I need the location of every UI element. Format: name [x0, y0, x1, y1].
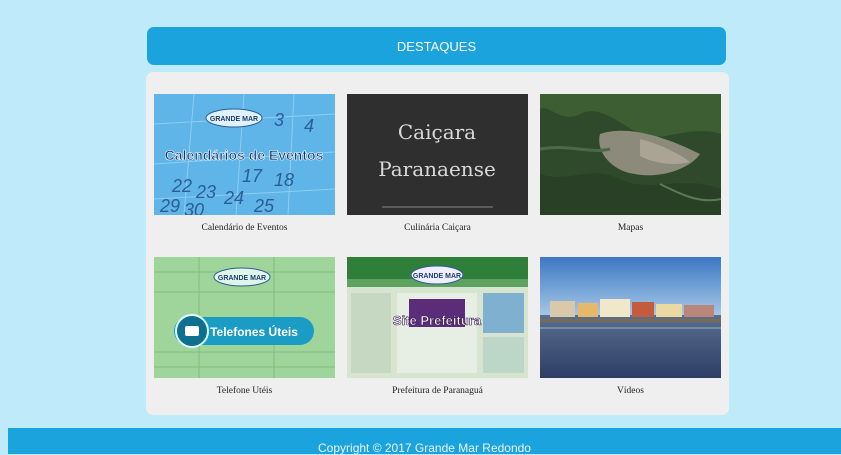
card-prefeitura[interactable]: GRANDE MAR Site Prefeitura Prefeitura de…: [347, 257, 528, 396]
card-caption[interactable]: Mapas: [540, 223, 721, 233]
telefones-thumbnail[interactable]: GRANDE MAR Telefones Úteis: [154, 257, 335, 378]
card-culinaria[interactable]: Caiçara Paranaense Culinária Caiçara: [347, 94, 528, 233]
prefeitura-thumbnail[interactable]: GRANDE MAR Site Prefeitura: [347, 257, 528, 378]
card-caption[interactable]: Vídeos: [540, 386, 721, 396]
svg-text:25: 25: [253, 196, 275, 215]
phone-icon: [185, 326, 199, 336]
culinaria-line2: Paranaense: [378, 157, 496, 181]
page-footer: Copyright © 2017 Grande Mar Redondo: [8, 428, 841, 455]
videos-thumbnail[interactable]: [540, 257, 721, 378]
card-caption[interactable]: Telefone Utéis: [154, 386, 335, 396]
section-title: DESTAQUES: [396, 38, 477, 54]
copyright-text: Copyright © 2017 Grande Mar Redondo: [318, 441, 531, 455]
svg-text:30: 30: [184, 200, 204, 215]
svg-text:3: 3: [274, 110, 284, 130]
svg-text:17: 17: [242, 166, 263, 186]
card-mapas[interactable]: Mapas: [540, 94, 721, 233]
highlights-panel: 34 22 23 24 25 17 18 29 30 GRANDE MAR Calendá…: [146, 72, 729, 415]
svg-text:24: 24: [223, 188, 244, 208]
brand-logo: GRANDE MAR: [210, 116, 258, 123]
svg-text:18: 18: [274, 170, 294, 190]
telefones-overlay-text: Telefones Úteis: [210, 324, 298, 339]
calendar-overlay-text: Calendários de Eventos: [165, 147, 324, 163]
culinaria-line1: Caiçara: [398, 120, 476, 144]
card-caption[interactable]: Prefeitura de Paranaguá: [347, 386, 528, 396]
map-thumbnail[interactable]: [540, 94, 721, 215]
svg-text:GRANDE MAR: GRANDE MAR: [218, 275, 266, 282]
card-telefones[interactable]: GRANDE MAR Telefones Úteis Telefone Utéi…: [154, 257, 335, 396]
card-caption[interactable]: Calendário de Eventos: [154, 223, 335, 233]
prefeitura-overlay-text: Site Prefeitura: [393, 313, 482, 328]
svg-text:22: 22: [171, 176, 192, 196]
svg-text:23: 23: [195, 182, 216, 202]
calendar-thumbnail[interactable]: 34 22 23 24 25 17 18 29 30 GRANDE MAR Calendá…: [154, 94, 335, 215]
section-header: DESTAQUES: [147, 27, 726, 65]
card-videos[interactable]: Vídeos: [540, 257, 721, 396]
svg-text:GRANDE MAR: GRANDE MAR: [413, 273, 461, 280]
svg-text:4: 4: [304, 116, 314, 136]
svg-text:29: 29: [159, 196, 180, 215]
culinaria-thumbnail[interactable]: Caiçara Paranaense: [347, 94, 528, 215]
card-caption[interactable]: Culinária Caiçara: [347, 223, 528, 233]
card-calendario[interactable]: 34 22 23 24 25 17 18 29 30 GRANDE MAR Calendá…: [154, 94, 335, 233]
